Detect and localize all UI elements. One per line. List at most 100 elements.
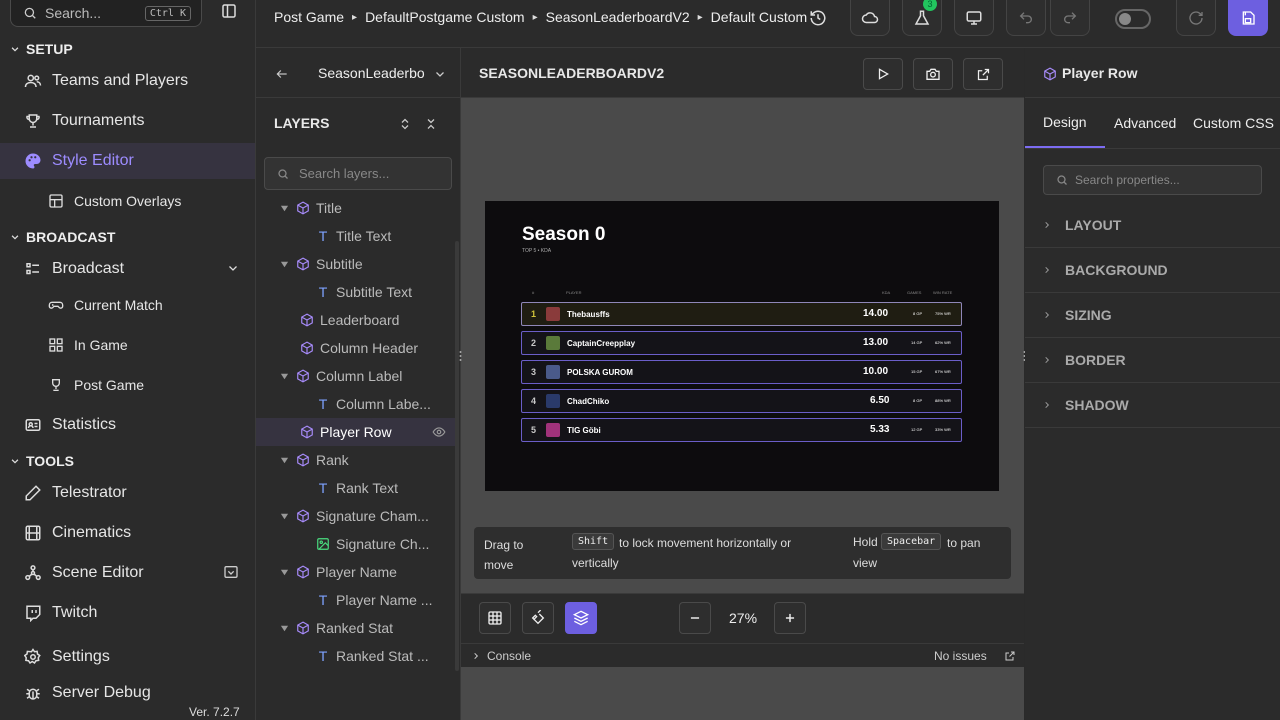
collapse-all-icon[interactable] [425,117,437,131]
layer-signature-champion[interactable]: Signature Cham... [256,502,455,530]
tab-custom-css[interactable]: Custom CSS [1193,115,1274,131]
history-button[interactable] [798,0,838,36]
expand-triangle-icon[interactable] [280,624,290,633]
layer-subtitle-text[interactable]: T Subtitle Text [256,278,455,306]
sidebar-item-cinematics[interactable]: Cinematics [0,515,255,551]
screenshot-button[interactable] [913,58,953,90]
layer-title-text[interactable]: T Title Text [256,222,455,250]
layer-player-name-text[interactable]: T Player Name ... [256,586,455,614]
layer-search-input[interactable]: Search layers... [264,157,452,190]
breadcrumb-item[interactable]: SeasonLeaderboardV2 [546,9,690,25]
expand-triangle-icon[interactable] [280,372,290,381]
breadcrumb-item[interactable]: Post Game [274,9,344,25]
sidebar-item-telestrator[interactable]: Telestrator [0,475,255,511]
sidebar-item-settings[interactable]: Settings [0,639,255,675]
expand-triangle-icon[interactable] [280,260,290,269]
reset-button[interactable] [1176,0,1216,36]
save-button[interactable] [1228,0,1268,36]
search-icon [278,168,288,179]
champion-avatar [546,336,560,350]
layer-ranked-stat-text[interactable]: T Ranked Stat ... [256,642,455,670]
row-rank: 1 [531,309,537,319]
undo-button[interactable] [1006,0,1046,36]
row-name: TIG Göbi [567,426,601,435]
preview-toggle[interactable] [1115,9,1151,29]
grid-toggle-button[interactable] [479,602,511,634]
layer-player-row[interactable]: Player Row [256,418,455,446]
zoom-out-button[interactable] [679,602,711,634]
resize-handle-left[interactable] [458,350,463,362]
plus-icon [785,613,795,623]
expand-triangle-icon[interactable] [280,568,290,577]
expand-all-icon[interactable] [399,117,411,131]
row-kda: 14.00 [863,308,889,319]
sidebar-item-scene-editor[interactable]: Scene Editor [0,555,255,591]
open-external-button[interactable] [963,58,1003,90]
inbox-icon[interactable] [223,564,239,580]
sidebar-item-current-match[interactable]: Current Match [0,287,255,323]
layer-subtitle[interactable]: Subtitle [256,250,455,278]
expand-triangle-icon[interactable] [280,512,290,521]
section-setup[interactable]: SETUP [10,41,73,57]
sidebar-item-post-game[interactable]: Post Game [0,367,255,403]
chevron-right-icon [474,652,479,660]
eye-icon[interactable] [432,425,446,439]
play-button[interactable] [863,58,903,90]
layer-ranked-stat[interactable]: Ranked Stat [256,614,455,642]
film-icon [25,525,41,541]
sidebar-item-tournaments[interactable]: Tournaments [0,103,255,139]
section-layout[interactable]: LAYOUT [1025,203,1280,248]
layer-column-label-text[interactable]: T Column Labe... [256,390,455,418]
cube-icon [297,369,309,383]
sidebar-item-label: Settings [52,648,110,665]
cloud-button[interactable] [850,0,890,36]
layer-rank-text[interactable]: T Rank Text [256,474,455,502]
sidebar-item-style-editor[interactable]: Style Editor [0,143,255,179]
property-search-input[interactable]: Search properties... [1043,165,1262,195]
sidebar-item-label: In Game [74,337,128,353]
breadcrumb-item[interactable]: Default Custom [711,9,807,25]
twitch-icon [26,605,41,622]
bug-icon [26,688,40,700]
experimental-button[interactable]: 3 [902,0,942,36]
sidebar-item-broadcast[interactable]: Broadcast [0,251,255,287]
leaderboard-row: 3 POLSKA GUROM 10.00 15 GP 67% WR [521,360,962,384]
sidebar-item-teams[interactable]: Teams and Players [0,63,255,99]
zoom-in-button[interactable] [774,602,806,634]
section-broadcast[interactable]: BROADCAST [10,229,115,245]
layer-column-header[interactable]: Column Header [256,334,455,362]
sidebar-item-in-game[interactable]: In Game [0,327,255,363]
tab-design[interactable]: Design [1043,114,1087,130]
layer-title[interactable]: Title [256,194,455,222]
snap-toggle-button[interactable] [522,602,554,634]
layer-signature-champion-image[interactable]: Signature Ch... [256,530,455,558]
display-button[interactable] [954,0,994,36]
layer-player-name[interactable]: Player Name [256,558,455,586]
sidebar-item-statistics[interactable]: Statistics [0,407,255,443]
layers-toggle-button[interactable] [565,602,597,634]
global-search[interactable]: Search... Ctrl K [10,0,202,27]
expand-triangle-icon[interactable] [280,456,290,465]
section-tools[interactable]: TOOLS [10,453,74,469]
external-link-icon[interactable] [1004,650,1016,662]
tab-advanced[interactable]: Advanced [1114,115,1176,131]
properties-header: Player Row [1025,48,1280,98]
section-sizing[interactable]: SIZING [1025,293,1280,338]
section-border[interactable]: BORDER [1025,338,1280,383]
sidebar-item-custom-overlays[interactable]: Custom Overlays [0,183,255,219]
sidebar-item-twitch[interactable]: Twitch [0,595,255,631]
layer-column-label[interactable]: Column Label [256,362,455,390]
layer-rank[interactable]: Rank [256,446,455,474]
redo-button[interactable] [1050,0,1090,36]
section-background[interactable]: BACKGROUND [1025,248,1280,293]
expand-triangle-icon[interactable] [280,204,290,213]
layer-leaderboard[interactable]: Leaderboard [256,306,455,334]
breadcrumb-item[interactable]: DefaultPostgame Custom [365,9,525,25]
back-arrow-icon[interactable] [275,67,289,81]
overlay-select[interactable]: SeasonLeaderbo [318,65,425,81]
section-shadow[interactable]: SHADOW [1025,383,1280,428]
collapse-sidebar-button[interactable] [220,2,238,20]
layers-scrollbar[interactable] [455,241,459,671]
overlay-preview[interactable]: Season 0 TOP 5 • KDA # PLAYER KDA GAMES … [485,201,999,491]
console-bar[interactable]: Console No issues [461,643,1024,667]
